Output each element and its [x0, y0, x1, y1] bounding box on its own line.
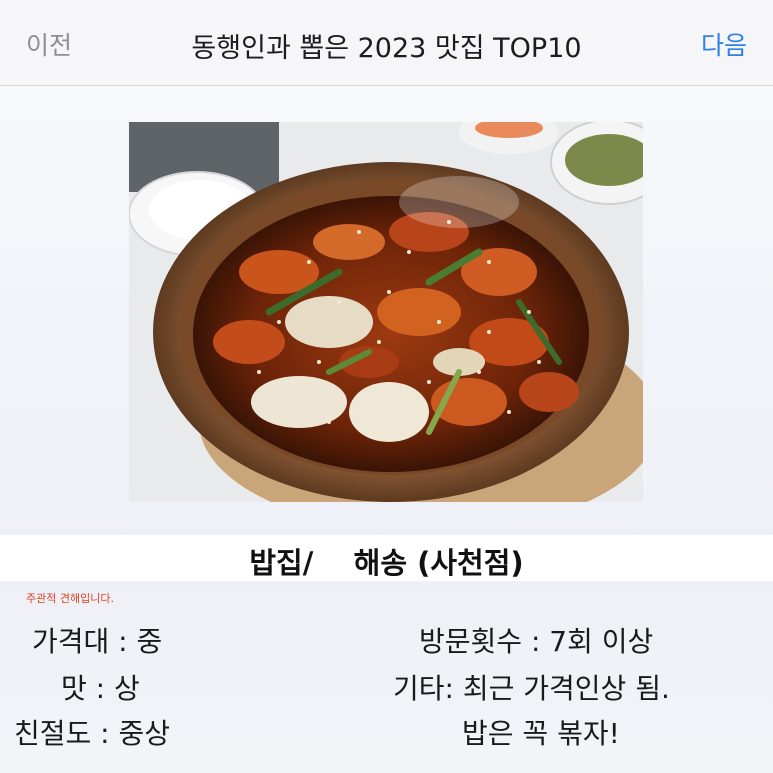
price-rating: 가격대 : 중: [32, 625, 163, 658]
disclaimer-note: 주관적 견해입니다.: [26, 592, 114, 605]
etc-note-line1: 기타: 최근 가격인상 됨.: [393, 672, 670, 705]
visit-count: 방문횟수 : 7회 이상: [419, 625, 654, 658]
next-button[interactable]: 다음: [701, 26, 747, 62]
prev-button[interactable]: 이전: [26, 26, 72, 62]
place-name: 밥집/ 해송 (사천점): [249, 546, 524, 580]
spicy-stir-fried-chicken-photo: [129, 122, 643, 502]
food-photo: [129, 122, 643, 502]
kindness-rating: 친절도 : 중상: [14, 717, 171, 750]
page-title: 동행인과 뽑은 2023 맛집 TOP10: [191, 33, 582, 64]
taste-rating: 맛 : 상: [61, 672, 140, 705]
etc-note-line2: 밥은 꼭 볶자!: [462, 717, 620, 750]
navigation-bar: 이전 동행인과 뽑은 2023 맛집 TOP10 다음: [0, 0, 773, 86]
